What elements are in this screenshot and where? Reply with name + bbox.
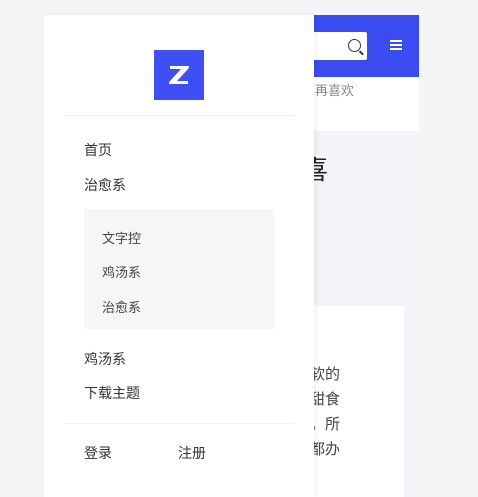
nav-item-soup[interactable]: 鸡汤系 bbox=[84, 349, 126, 369]
divider bbox=[64, 115, 294, 116]
menu-icon[interactable] bbox=[390, 40, 402, 50]
nav-item-healing[interactable]: 治愈系 bbox=[84, 175, 126, 195]
submenu: 文字控 鸡汤系 治愈系 bbox=[84, 209, 274, 329]
submenu-item-text[interactable]: 文字控 bbox=[102, 228, 141, 247]
side-drawer: 首页 治愈系 文字控 鸡汤系 治愈系 鸡汤系 下载主题 登录 注册 bbox=[44, 15, 314, 497]
divider bbox=[64, 423, 294, 424]
register-link[interactable]: 注册 bbox=[178, 443, 206, 463]
submenu-item-healing[interactable]: 治愈系 bbox=[102, 297, 141, 316]
search-icon[interactable] bbox=[348, 39, 361, 52]
login-link[interactable]: 登录 bbox=[84, 443, 112, 463]
nav-item-home[interactable]: 首页 bbox=[84, 140, 112, 160]
submenu-item-soup[interactable]: 鸡汤系 bbox=[102, 262, 141, 281]
z-logo-icon[interactable] bbox=[154, 50, 204, 100]
nav-item-download-theme[interactable]: 下载主题 bbox=[84, 383, 140, 403]
